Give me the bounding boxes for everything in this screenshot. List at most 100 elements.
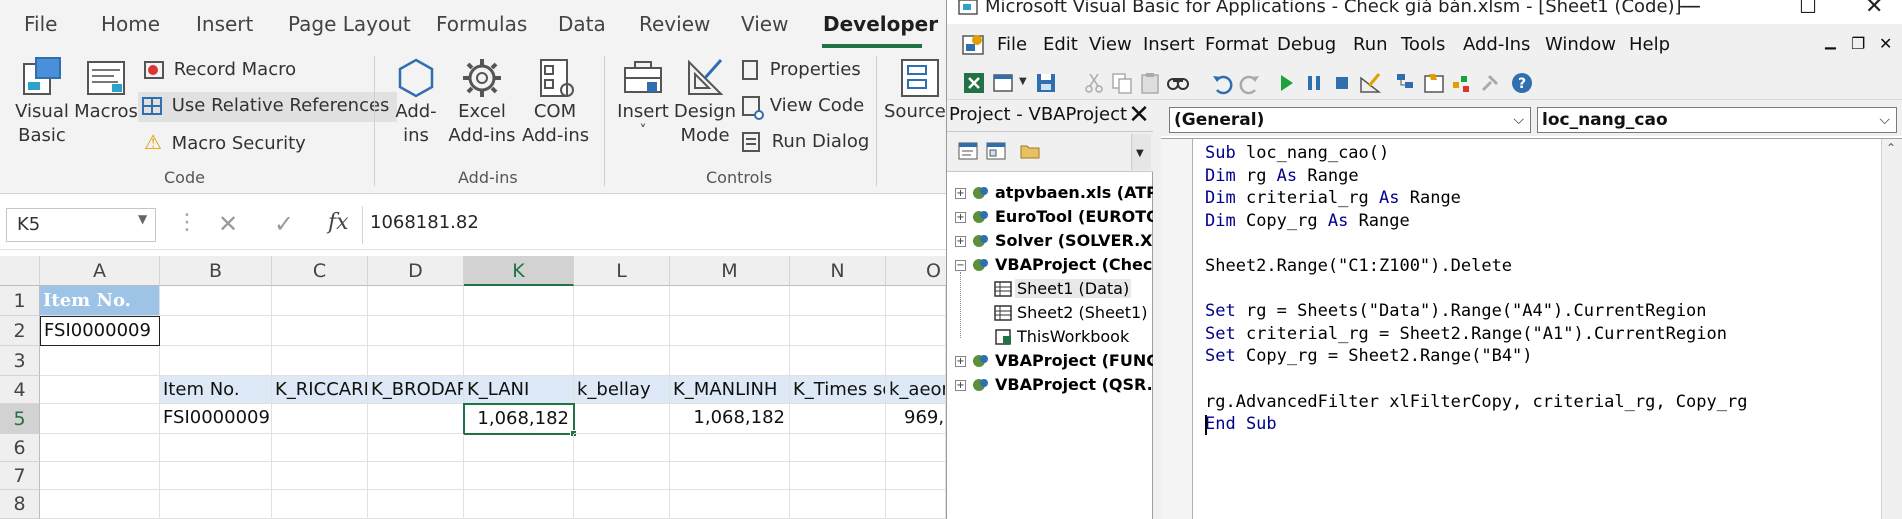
cut-icon[interactable]	[1081, 70, 1107, 96]
cell[interactable]	[790, 286, 886, 316]
cell-c4[interactable]: K_RICCARDO	[272, 376, 368, 404]
row-header-6[interactable]: 6	[0, 434, 40, 462]
cell-n4[interactable]: K_Times square	[790, 376, 886, 404]
cell[interactable]	[790, 404, 886, 434]
name-box[interactable]: K5	[6, 208, 156, 242]
cell[interactable]	[368, 316, 464, 346]
cell[interactable]	[160, 316, 272, 346]
close-icon[interactable]: ✕	[1126, 102, 1152, 129]
cell[interactable]	[886, 346, 946, 376]
mdi-restore-icon[interactable]: ❐	[1851, 34, 1865, 53]
break-icon[interactable]	[1301, 70, 1327, 96]
cell[interactable]	[368, 490, 464, 519]
cell[interactable]	[160, 462, 272, 490]
tab-file[interactable]: File	[24, 12, 57, 36]
toolbox-icon[interactable]	[1477, 70, 1503, 96]
add-ins-button[interactable]: Add- ins	[388, 56, 444, 148]
com-add-ins-button[interactable]: COM Add-ins	[522, 56, 589, 148]
cell[interactable]	[574, 434, 670, 462]
row-header-5[interactable]: 5	[0, 404, 40, 434]
cell[interactable]	[272, 490, 368, 519]
tab-view[interactable]: View	[741, 12, 788, 36]
cell[interactable]	[272, 286, 368, 316]
menu-file[interactable]: File	[997, 34, 1027, 55]
cell[interactable]	[574, 404, 670, 434]
folder-icon[interactable]	[1019, 140, 1041, 162]
column-header-n[interactable]: N	[790, 256, 886, 286]
cell[interactable]	[670, 462, 790, 490]
insert-function-icon[interactable]: fx	[328, 210, 349, 235]
use-relative-references-button[interactable]: Use Relative References	[138, 92, 398, 122]
view-excel-icon[interactable]	[961, 70, 987, 96]
cell[interactable]	[272, 316, 368, 346]
cell[interactable]	[40, 462, 160, 490]
cell[interactable]	[670, 286, 790, 316]
row-header-8[interactable]: 8	[0, 490, 40, 519]
cell[interactable]	[272, 462, 368, 490]
cell-a1[interactable]: Item No.	[40, 286, 160, 316]
cell-l4[interactable]: k_bellay	[574, 376, 670, 404]
visual-basic-button[interactable]: Visual Basic	[14, 56, 70, 148]
cell[interactable]	[790, 490, 886, 519]
cell[interactable]	[464, 316, 574, 346]
redo-icon[interactable]	[1237, 70, 1263, 96]
cell[interactable]	[40, 346, 160, 376]
design-mode-icon[interactable]	[1357, 70, 1383, 96]
cell[interactable]	[160, 286, 272, 316]
tab-page-layout[interactable]: Page Layout	[288, 12, 411, 36]
cell[interactable]	[574, 462, 670, 490]
record-macro-button[interactable]: Record Macro	[140, 58, 296, 86]
cell[interactable]	[886, 316, 946, 346]
minimize-icon[interactable]: —	[1679, 0, 1701, 19]
maximize-icon[interactable]: ☐	[1799, 0, 1817, 18]
cell[interactable]	[574, 490, 670, 519]
cell[interactable]	[464, 286, 574, 316]
tab-formulas[interactable]: Formulas	[436, 12, 527, 36]
scroll-up-icon[interactable]: ⌃	[1886, 141, 1896, 155]
properties-button[interactable]: Properties	[742, 58, 861, 86]
mdi-close-icon[interactable]: ✕	[1879, 34, 1892, 53]
cell[interactable]	[574, 346, 670, 376]
cell[interactable]	[464, 346, 574, 376]
cell[interactable]	[368, 434, 464, 462]
procedure-combo[interactable]: loc_nang_cao ⌵	[1537, 107, 1897, 133]
cell[interactable]	[368, 462, 464, 490]
cell[interactable]	[464, 490, 574, 519]
row-header-4[interactable]: 4	[0, 376, 40, 404]
menu-run[interactable]: Run	[1353, 34, 1388, 55]
copy-icon[interactable]	[1109, 70, 1135, 96]
column-header-d[interactable]: D	[368, 256, 464, 286]
reset-icon[interactable]	[1329, 70, 1355, 96]
tab-insert[interactable]: Insert	[196, 12, 253, 36]
column-header-k[interactable]: K	[464, 256, 574, 286]
cell[interactable]	[160, 346, 272, 376]
paste-icon[interactable]	[1137, 70, 1163, 96]
cell[interactable]	[368, 404, 464, 434]
tab-review[interactable]: Review	[639, 12, 710, 36]
design-mode-button[interactable]: Design Mode	[672, 56, 738, 148]
tab-home[interactable]: Home	[101, 12, 160, 36]
cell[interactable]	[790, 462, 886, 490]
cell[interactable]	[670, 346, 790, 376]
cell[interactable]	[670, 490, 790, 519]
cell[interactable]	[574, 286, 670, 316]
close-icon[interactable]: ✕	[1865, 0, 1883, 19]
cell[interactable]	[272, 434, 368, 462]
column-header-a[interactable]: A	[40, 256, 160, 286]
menu-view[interactable]: View	[1089, 34, 1132, 55]
column-header-l[interactable]: L	[574, 256, 670, 286]
cell[interactable]	[790, 346, 886, 376]
menu-window[interactable]: Window	[1545, 34, 1616, 55]
row-header-2[interactable]: 2	[0, 316, 40, 346]
view-code-button[interactable]: View Code	[742, 94, 864, 122]
cell-o4[interactable]: k_aeon	[886, 376, 946, 404]
code-editor[interactable]: Sub loc_nang_cao() Dim rg As Range Dim cri…	[1161, 138, 1902, 519]
code-margin[interactable]	[1161, 139, 1193, 519]
toolbar-overflow[interactable]: ▼	[1131, 134, 1151, 170]
cell[interactable]	[40, 404, 160, 434]
column-header-m[interactable]: M	[670, 256, 790, 286]
cell[interactable]	[272, 346, 368, 376]
menu-add-ins[interactable]: Add-Ins	[1463, 34, 1530, 55]
cell[interactable]	[886, 286, 946, 316]
mdi-minimize-icon[interactable]: ▁	[1825, 34, 1836, 50]
